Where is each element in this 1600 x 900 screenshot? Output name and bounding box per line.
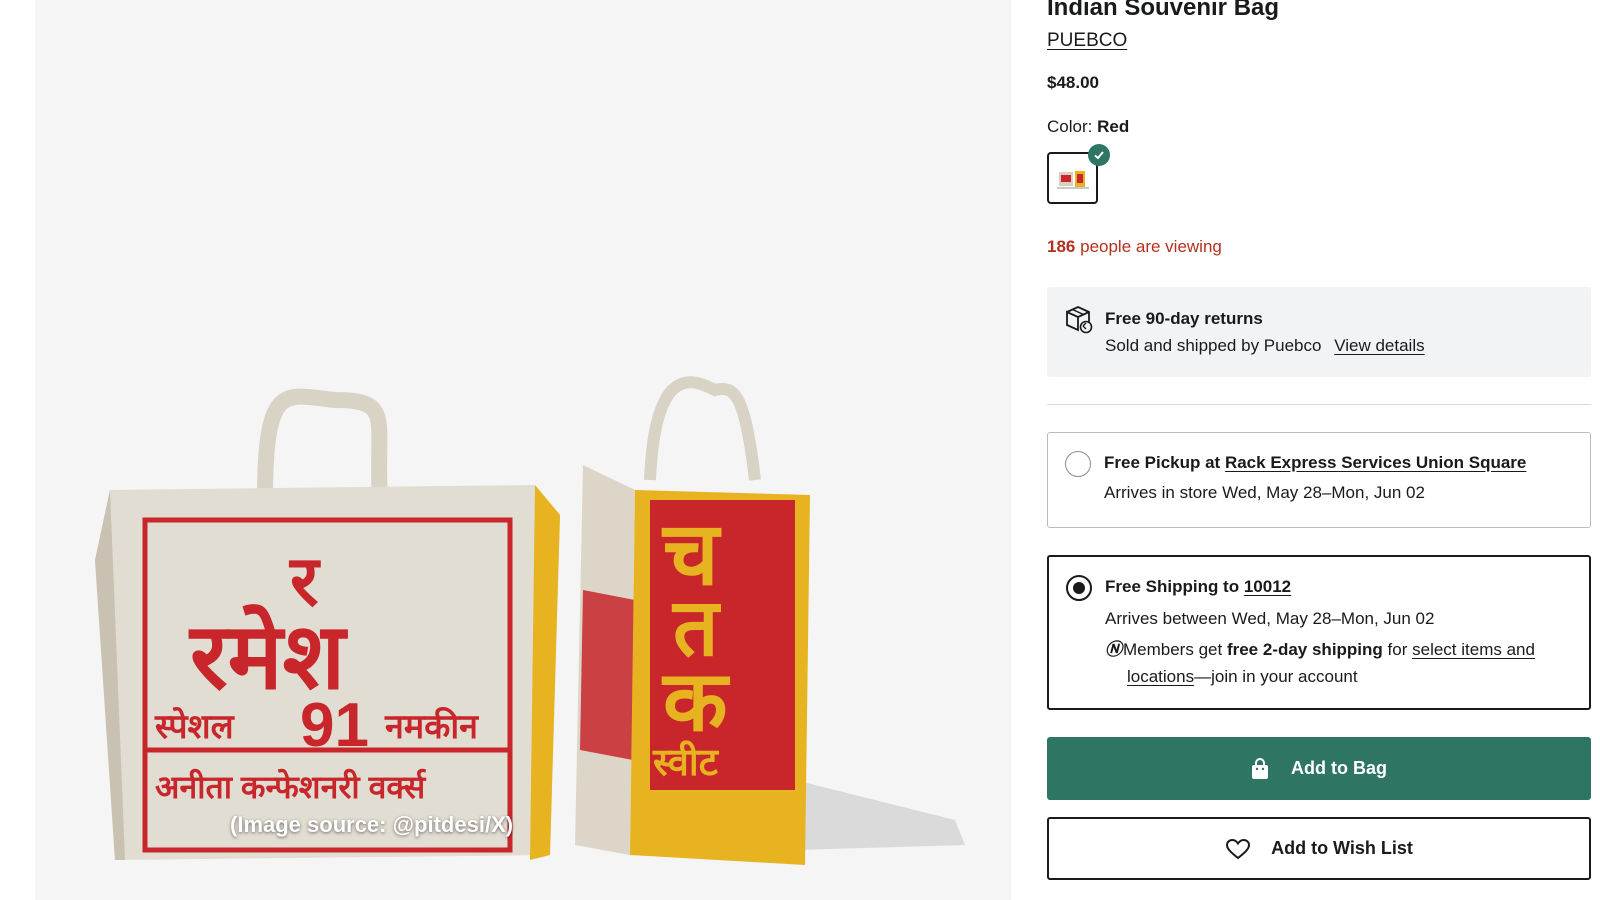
bag-right-text-4: स्वीट bbox=[653, 742, 718, 784]
returns-title: Free 90-day returns bbox=[1105, 309, 1263, 328]
pickup-title-prefix: Free Pickup at bbox=[1104, 453, 1221, 472]
add-to-bag-label: Add to Bag bbox=[1291, 758, 1387, 778]
add-to-wish-list-label: Add to Wish List bbox=[1271, 838, 1413, 858]
bag-left-text-4: स्पेशल bbox=[155, 708, 234, 746]
nordy-club-icon: Ⓝ bbox=[1105, 640, 1122, 659]
member-for: for bbox=[1387, 640, 1408, 659]
shipping-zip-link[interactable]: 10012 bbox=[1244, 577, 1291, 596]
member-bold: free 2-day shipping bbox=[1226, 640, 1383, 659]
returns-box-icon bbox=[1066, 306, 1093, 334]
returns-info-box: Free 90-day returns Sold and shipped by … bbox=[1047, 287, 1591, 377]
pickup-arrival: Arrives in store Wed, May 28–Mon, Jun 02 bbox=[1104, 483, 1425, 502]
color-label: Color: bbox=[1047, 117, 1093, 136]
viewing-count: 186 bbox=[1047, 237, 1076, 256]
shipping-arrival: Arrives between Wed, May 28–Mon, Jun 02 bbox=[1105, 609, 1435, 628]
swatch-thumbnail bbox=[1057, 171, 1089, 189]
product-price: $48.00 bbox=[1047, 73, 1099, 92]
pickup-radio[interactable] bbox=[1065, 451, 1091, 477]
product-details-panel: Indian Souvenir Bag PUEBCO $48.00 Color:… bbox=[1047, 0, 1592, 900]
heart-icon bbox=[1225, 838, 1251, 860]
pickup-store-link[interactable]: Rack Express Services Union Square bbox=[1225, 453, 1526, 472]
shipping-title: Free Shipping to 10012 bbox=[1105, 577, 1291, 597]
product-title: Indian Souvenir Bag bbox=[1047, 0, 1280, 21]
bag-left-text-6: अनीता कन्फेशनरी वर्क्स bbox=[155, 769, 426, 805]
check-icon bbox=[1088, 144, 1110, 166]
add-to-bag-button[interactable]: Add to Bag bbox=[1047, 737, 1591, 800]
brand-link[interactable]: PUEBCO bbox=[1047, 30, 1127, 52]
shipping-title-prefix: Free Shipping to bbox=[1105, 577, 1240, 596]
viewing-text: people are viewing bbox=[1080, 237, 1222, 256]
returns-subtitle: Sold and shipped by Puebco View details bbox=[1105, 336, 1425, 356]
pickup-title: Free Pickup at Rack Express Services Uni… bbox=[1104, 453, 1526, 473]
bag-left-text-3: 91 bbox=[300, 691, 369, 760]
color-value: Red bbox=[1097, 117, 1130, 136]
shipping-option[interactable]: Free Shipping to 10012 Arrives between W… bbox=[1047, 555, 1591, 710]
returns-seller: Sold and shipped by Puebco bbox=[1105, 336, 1322, 355]
image-caption: (Image source: @pitdesi/X) bbox=[230, 812, 514, 837]
product-image[interactable]: र रमेश 91 स्पेशल नमकीन अनीता कन्फेशनरी व… bbox=[35, 0, 1011, 900]
viewing-count-notice: 186 people are viewing bbox=[1047, 237, 1222, 257]
color-selector-label: Color: Red bbox=[1047, 117, 1129, 137]
divider bbox=[1047, 404, 1591, 405]
locations-link[interactable]: locations bbox=[1127, 667, 1194, 686]
add-to-wish-list-button[interactable]: Add to Wish List bbox=[1047, 817, 1591, 880]
bag-icon bbox=[1251, 757, 1269, 780]
member-shipping-note: ⓃMembers get free 2-day shipping for sel… bbox=[1105, 636, 1565, 690]
view-details-link[interactable]: View details bbox=[1334, 336, 1424, 355]
pickup-option[interactable]: Free Pickup at Rack Express Services Uni… bbox=[1047, 432, 1591, 528]
shipping-radio[interactable] bbox=[1066, 575, 1092, 601]
bag-left-text-5: नमकीन bbox=[385, 708, 478, 746]
color-swatch-red[interactable] bbox=[1047, 144, 1110, 204]
member-prefix: Members get bbox=[1123, 640, 1223, 659]
select-items-link[interactable]: select items and bbox=[1412, 640, 1535, 659]
member-suffix: —join in your account bbox=[1194, 667, 1358, 686]
